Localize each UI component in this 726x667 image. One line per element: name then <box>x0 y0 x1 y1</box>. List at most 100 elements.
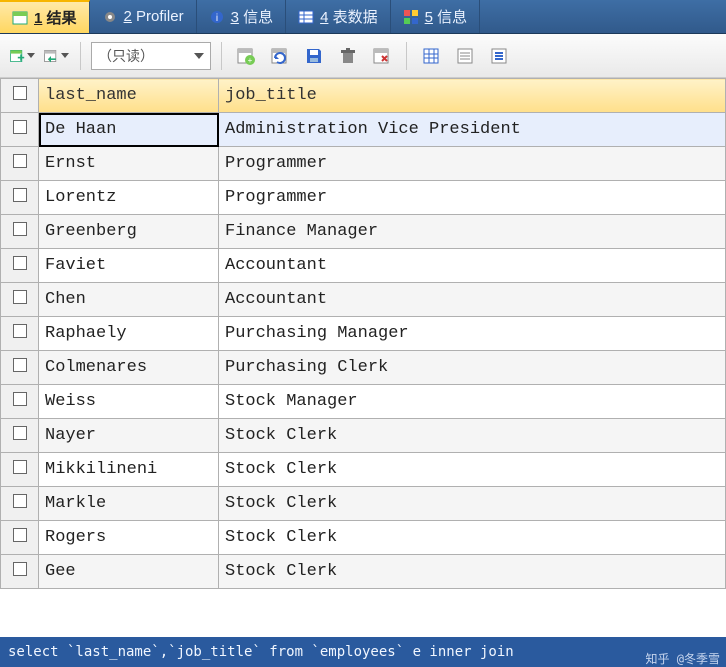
checkbox-icon <box>13 528 27 542</box>
table-row[interactable]: ColmenaresPurchasing Clerk <box>1 351 726 385</box>
table-row[interactable]: GreenbergFinance Manager <box>1 215 726 249</box>
separator <box>406 42 407 70</box>
tabs-bar: 1 结果2 Profileri3 信息4 表数据5 信息 <box>0 0 726 34</box>
cell-job_title[interactable]: Stock Clerk <box>219 419 726 453</box>
checkbox-icon <box>13 460 27 474</box>
cell-job_title[interactable]: Accountant <box>219 249 726 283</box>
row-checkbox-cell[interactable] <box>1 419 39 453</box>
tab-label: 信息 <box>437 9 467 26</box>
table-row[interactable]: ErnstProgrammer <box>1 147 726 181</box>
row-checkbox-cell[interactable] <box>1 351 39 385</box>
svg-text:+: + <box>248 56 253 65</box>
column-header[interactable]: job_title <box>219 79 726 113</box>
table-row[interactable]: MarkleStock Clerk <box>1 487 726 521</box>
cell-job_title[interactable]: Stock Clerk <box>219 521 726 555</box>
cell-job_title[interactable]: Stock Clerk <box>219 453 726 487</box>
column-header[interactable]: last_name <box>39 79 219 113</box>
cell-job_title[interactable]: Finance Manager <box>219 215 726 249</box>
cell-last_name[interactable]: Gee <box>39 555 219 589</box>
table-row[interactable]: FavietAccountant <box>1 249 726 283</box>
undo-button[interactable] <box>266 42 294 70</box>
cell-last_name[interactable]: Faviet <box>39 249 219 283</box>
row-checkbox-cell[interactable] <box>1 453 39 487</box>
checkbox-icon <box>13 256 27 270</box>
cell-last_name[interactable]: Ernst <box>39 147 219 181</box>
checkbox-icon <box>13 494 27 508</box>
table-row[interactable]: GeeStock Clerk <box>1 555 726 589</box>
grid-icon <box>298 9 314 25</box>
cell-job_title[interactable]: Programmer <box>219 181 726 215</box>
tab-profiler[interactable]: 2 Profiler <box>90 0 197 33</box>
mode-select-label: （只读） <box>98 46 154 66</box>
row-checkbox-cell[interactable] <box>1 555 39 589</box>
table-row[interactable]: De HaanAdministration Vice President <box>1 113 726 147</box>
cell-job_title[interactable]: Stock Clerk <box>219 487 726 521</box>
row-checkbox-cell[interactable] <box>1 249 39 283</box>
row-checkbox-cell[interactable] <box>1 487 39 521</box>
grid-view-button[interactable] <box>417 42 445 70</box>
cell-last_name[interactable]: Lorentz <box>39 181 219 215</box>
save-button[interactable] <box>300 42 328 70</box>
chevron-down-icon <box>194 53 204 59</box>
table-row[interactable]: MikkilineniStock Clerk <box>1 453 726 487</box>
cell-job_title[interactable]: Accountant <box>219 283 726 317</box>
select-all-header[interactable] <box>1 79 39 113</box>
gear-icon <box>102 9 118 25</box>
cell-last_name[interactable]: Chen <box>39 283 219 317</box>
cell-last_name[interactable]: Mikkilineni <box>39 453 219 487</box>
row-checkbox-cell[interactable] <box>1 181 39 215</box>
tab-number: 4 <box>320 9 328 26</box>
tab-number: 2 <box>124 8 132 25</box>
row-checkbox-cell[interactable] <box>1 521 39 555</box>
cell-last_name[interactable]: De Haan <box>39 113 219 147</box>
checkbox-icon <box>13 222 27 236</box>
row-checkbox-cell[interactable] <box>1 385 39 419</box>
tab-信息[interactable]: 5 信息 <box>391 0 481 33</box>
row-checkbox-cell[interactable] <box>1 147 39 181</box>
table-row[interactable]: WeissStock Manager <box>1 385 726 419</box>
row-checkbox-cell[interactable] <box>1 215 39 249</box>
checkbox-icon <box>13 188 27 202</box>
row-checkbox-cell[interactable] <box>1 113 39 147</box>
mode-select[interactable]: （只读） <box>91 42 211 70</box>
text-view-button[interactable] <box>485 42 513 70</box>
table-row[interactable]: RogersStock Clerk <box>1 521 726 555</box>
add-row-button[interactable] <box>8 42 36 70</box>
cell-job_title[interactable]: Purchasing Manager <box>219 317 726 351</box>
cell-last_name[interactable]: Weiss <box>39 385 219 419</box>
row-checkbox-cell[interactable] <box>1 283 39 317</box>
refresh-button[interactable]: + <box>232 42 260 70</box>
tab-label: 结果 <box>47 10 77 27</box>
checkbox-icon <box>13 290 27 304</box>
tab-表数据[interactable]: 4 表数据 <box>286 0 391 33</box>
cell-job_title[interactable]: Stock Clerk <box>219 555 726 589</box>
result-grid[interactable]: last_name job_title De HaanAdministratio… <box>0 78 726 589</box>
cell-last_name[interactable]: Raphaely <box>39 317 219 351</box>
table-row[interactable]: ChenAccountant <box>1 283 726 317</box>
cancel-button[interactable] <box>368 42 396 70</box>
cell-job_title[interactable]: Stock Manager <box>219 385 726 419</box>
separator <box>221 42 222 70</box>
table-row[interactable]: LorentzProgrammer <box>1 181 726 215</box>
tab-label: 表数据 <box>333 9 378 26</box>
separator <box>80 42 81 70</box>
cell-last_name[interactable]: Rogers <box>39 521 219 555</box>
cell-last_name[interactable]: Markle <box>39 487 219 521</box>
row-checkbox-cell[interactable] <box>1 317 39 351</box>
cell-last_name[interactable]: Nayer <box>39 419 219 453</box>
tab-信息[interactable]: i3 信息 <box>197 0 287 33</box>
svg-text:i: i <box>215 13 217 24</box>
cell-job_title[interactable]: Programmer <box>219 147 726 181</box>
cell-job_title[interactable]: Administration Vice President <box>219 113 726 147</box>
delete-button[interactable] <box>334 42 362 70</box>
tab-结果[interactable]: 1 结果 <box>0 0 90 33</box>
form-view-button[interactable] <box>451 42 479 70</box>
cell-last_name[interactable]: Colmenares <box>39 351 219 385</box>
cell-job_title[interactable]: Purchasing Clerk <box>219 351 726 385</box>
table-row[interactable]: NayerStock Clerk <box>1 419 726 453</box>
copy-row-button[interactable] <box>42 42 70 70</box>
table-row[interactable]: RaphaelyPurchasing Manager <box>1 317 726 351</box>
blocks-icon <box>403 9 419 25</box>
cell-last_name[interactable]: Greenberg <box>39 215 219 249</box>
tab-number: 3 <box>231 9 239 26</box>
